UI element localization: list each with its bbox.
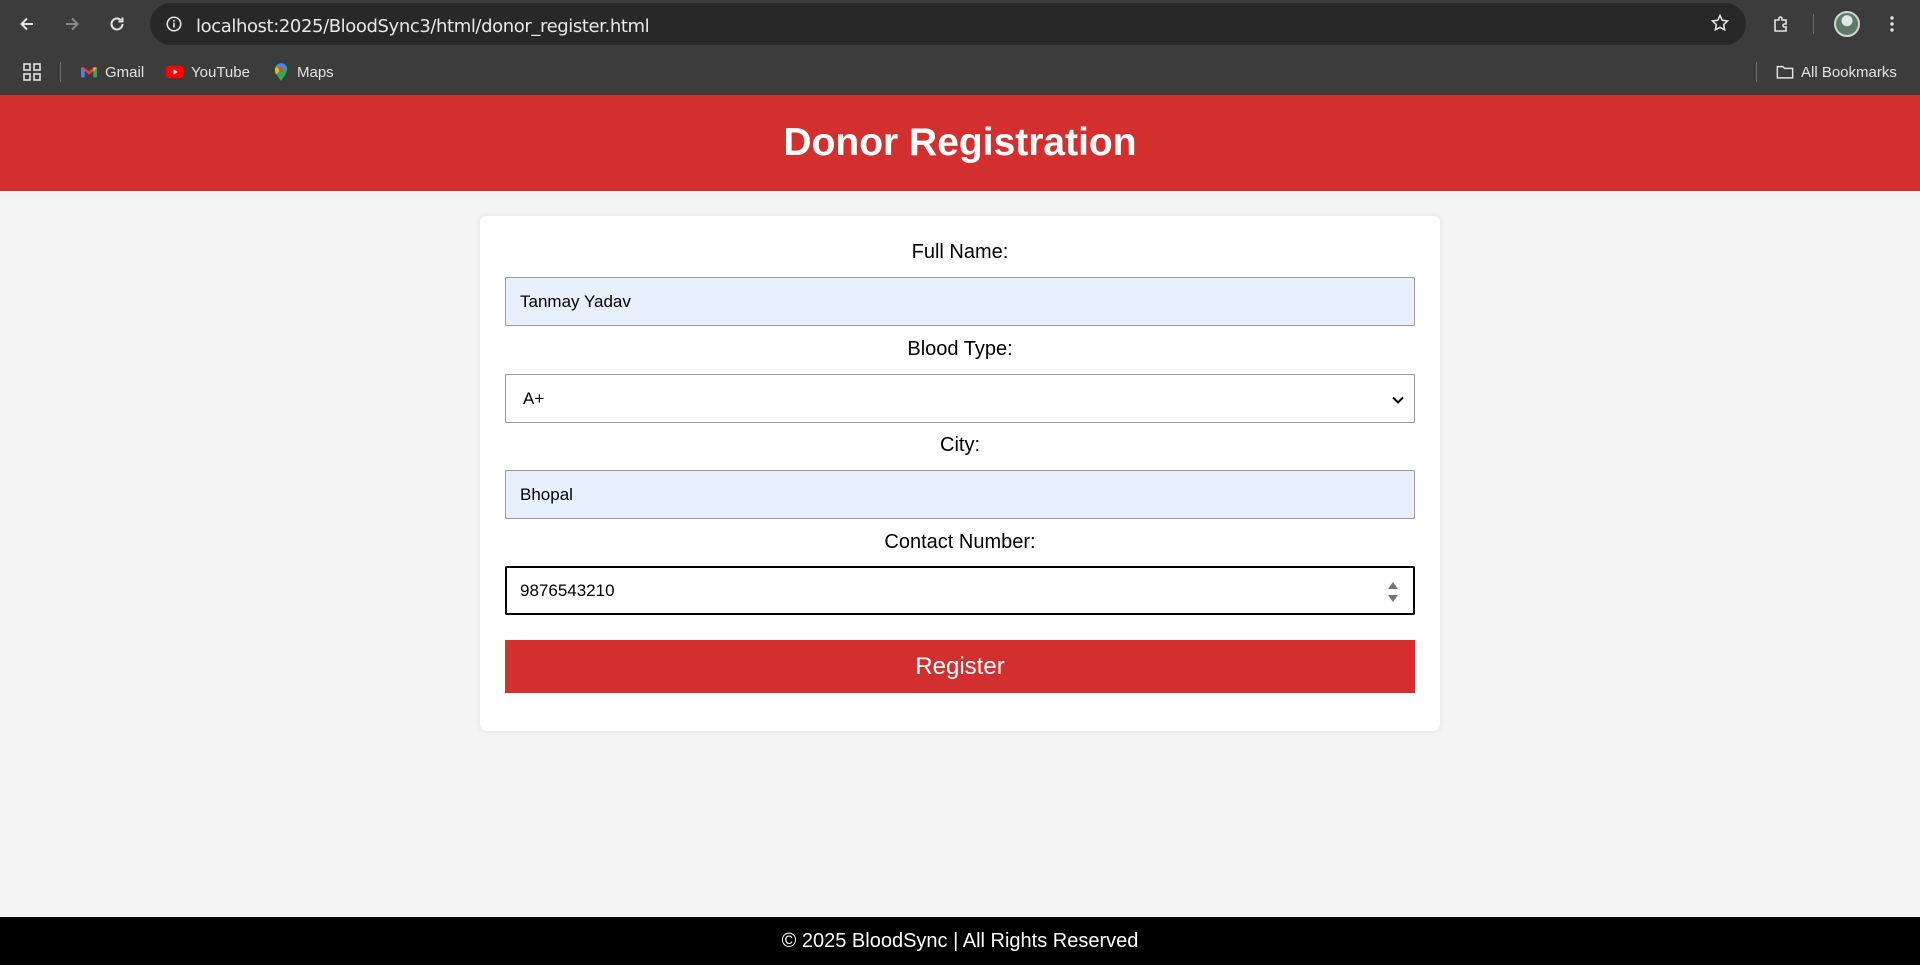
blood-type-value: A+	[523, 388, 545, 408]
full-name-input[interactable]: Tanmay Yadav	[505, 277, 1415, 326]
bookmark-label: YouTube	[191, 63, 250, 81]
number-spinner-icon[interactable]	[1387, 581, 1399, 603]
back-icon[interactable]	[11, 8, 43, 40]
extensions-icon[interactable]	[1765, 8, 1797, 40]
bookmark-label: Maps	[297, 63, 334, 81]
all-bookmarks[interactable]: All Bookmarks	[1776, 60, 1897, 84]
url-text[interactable]: localhost:2025/BloodSync3/html/donor_reg…	[196, 16, 650, 37]
bookmark-label: Gmail	[105, 63, 145, 81]
city-input[interactable]: Bhopal	[505, 470, 1415, 519]
forward-icon[interactable]	[56, 8, 88, 40]
youtube-icon	[166, 63, 184, 81]
page-title: Donor Registration	[783, 121, 1137, 164]
footer-copyright: © 2025 BloodSync | All Rights Reserved	[781, 929, 1139, 952]
contact-number-value: 9876543210	[520, 580, 615, 600]
bookmark-gmail[interactable]: Gmail	[80, 60, 144, 84]
page-footer: © 2025 BloodSync | All Rights Reserved	[0, 917, 1920, 965]
bookmark-star-icon[interactable]	[1710, 13, 1730, 38]
address-bar[interactable]: localhost:2025/BloodSync3/html/donor_reg…	[150, 3, 1746, 45]
contact-number-input[interactable]: 9876543210	[505, 566, 1415, 615]
reload-icon[interactable]	[101, 8, 133, 40]
folder-icon	[1776, 63, 1794, 81]
bookmark-youtube[interactable]: YouTube	[166, 60, 250, 84]
city-value: Bhopal	[520, 484, 573, 504]
bookmarks-divider	[60, 62, 61, 82]
bookmarks-bar: Gmail YouTube Maps All Bookmarks	[0, 48, 1920, 95]
all-bookmarks-label: All Bookmarks	[1801, 63, 1897, 81]
browser-toolbar: localhost:2025/BloodSync3/html/donor_reg…	[0, 0, 1920, 48]
profile-avatar[interactable]	[1834, 11, 1860, 37]
bookmark-maps[interactable]: Maps	[272, 60, 334, 84]
city-label: City:	[940, 434, 980, 456]
full-name-value: Tanmay Yadav	[520, 291, 631, 311]
page-header: Donor Registration	[0, 95, 1920, 191]
register-button[interactable]: Register	[505, 640, 1415, 693]
blood-type-select[interactable]: A+	[505, 374, 1415, 423]
menu-kebab-icon[interactable]	[1876, 8, 1908, 40]
chevron-down-icon	[1392, 391, 1404, 411]
blood-type-label: Blood Type:	[907, 338, 1013, 360]
contact-number-label: Contact Number:	[884, 531, 1036, 553]
site-info-icon[interactable]	[160, 10, 188, 38]
registration-form: Full Name: Tanmay Yadav Blood Type: A+ C…	[480, 216, 1440, 731]
browser-chrome: localhost:2025/BloodSync3/html/donor_reg…	[0, 0, 1920, 95]
full-name-label: Full Name:	[911, 241, 1009, 263]
gmail-icon	[80, 63, 98, 81]
bookmarks-divider	[1756, 62, 1757, 82]
maps-icon	[272, 63, 290, 81]
toolbar-divider	[1813, 14, 1814, 34]
apps-grid-icon[interactable]	[22, 60, 42, 84]
